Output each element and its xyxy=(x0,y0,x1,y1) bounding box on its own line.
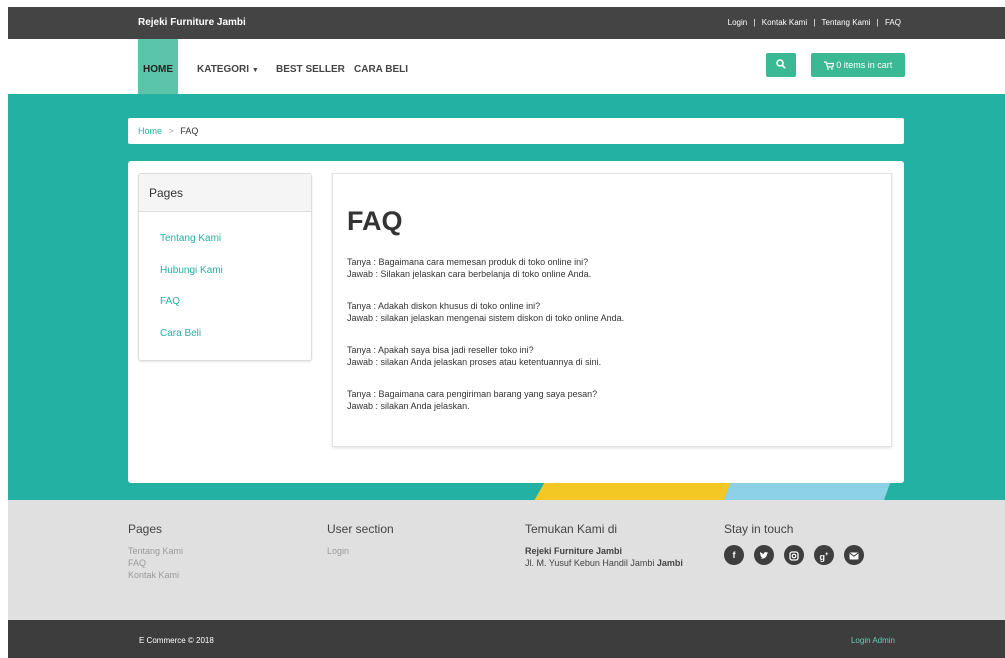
faq-item: Tanya : Adakah diskon khusus di toko onl… xyxy=(347,300,624,324)
top-links: Login | Kontak Kami | Tentang Kami | FAQ xyxy=(728,18,901,27)
nav-best-seller[interactable]: BEST SELLER xyxy=(276,64,345,75)
email-icon[interactable] xyxy=(844,545,864,565)
search-icon xyxy=(776,59,786,70)
top-bar: Rejeki Furniture Jambi Login | Kontak Ka… xyxy=(8,7,1005,39)
site-brand[interactable]: Rejeki Furniture Jambi xyxy=(138,17,246,28)
footer-link-kontak-kami[interactable]: Kontak Kami xyxy=(128,570,179,580)
footer-stay-title: Stay in touch xyxy=(724,522,794,536)
breadcrumb-current: FAQ xyxy=(180,126,199,136)
footer-address-city: Jambi xyxy=(656,558,683,568)
footer-pages-title: Pages xyxy=(128,522,163,536)
instagram-glyph xyxy=(789,550,799,561)
top-link-tentang-kami[interactable]: Tentang Kami xyxy=(822,18,871,27)
faq-item: Tanya : Apakah saya bisa jadi reseller t… xyxy=(347,344,601,368)
breadcrumb-separator: > xyxy=(168,126,174,136)
breadcrumb-home[interactable]: Home xyxy=(138,126,162,136)
footer-find-title: Temukan Kami di xyxy=(525,522,618,536)
sidebar-pages-panel: Pages Tentang Kami Hubungi Kami FAQ Cara… xyxy=(138,173,312,361)
faq-question: Tanya : Bagaimana cara pengiriman barang… xyxy=(347,389,598,399)
top-link-separator: | xyxy=(753,18,756,27)
cart-icon xyxy=(823,61,835,71)
sidebar-item-hubungi-kami[interactable]: Hubungi Kami xyxy=(160,265,223,276)
footer-address: Jl. M. Yusuf Kebun Handil Jambi Jambi xyxy=(525,558,683,568)
instagram-icon[interactable] xyxy=(784,545,804,565)
search-button[interactable] xyxy=(766,53,796,77)
sidebar-item-tentang-kami[interactable]: Tentang Kami xyxy=(160,233,221,244)
caret-down-icon: ▼ xyxy=(251,67,259,74)
faq-answer: Jawab : silakan Anda jelaskan. xyxy=(347,401,470,411)
twitter-icon[interactable] xyxy=(754,545,774,565)
faq-item: Tanya : Bagaimana cara memesan produk di… xyxy=(347,256,591,280)
footer-address-street: Jl. M. Yusuf Kebun Handil Jambi xyxy=(525,558,655,568)
faq-question: Tanya : Bagaimana cara memesan produk di… xyxy=(347,257,589,267)
footer-link-faq[interactable]: FAQ xyxy=(128,558,146,568)
sidebar-item-faq[interactable]: FAQ xyxy=(160,296,180,307)
copyright-text: E Commerce © 2018 xyxy=(139,636,214,645)
faq-question: Tanya : Apakah saya bisa jadi reseller t… xyxy=(347,345,534,355)
top-link-kontak-kami[interactable]: Kontak Kami xyxy=(762,18,807,27)
facebook-icon[interactable]: f xyxy=(724,545,744,565)
faq-question: Tanya : Adakah diskon khusus di toko onl… xyxy=(347,301,541,311)
top-link-login[interactable]: Login xyxy=(728,18,748,27)
nav-home[interactable]: HOME xyxy=(138,39,178,94)
faq-answer: Jawab : silakan jelaskan mengenai sistem… xyxy=(347,313,625,323)
page-title: FAQ xyxy=(347,206,403,236)
breadcrumb: Home > FAQ xyxy=(128,118,904,144)
sidebar-title: Pages xyxy=(139,174,311,212)
footer-store-name: Rejeki Furniture Jambi xyxy=(525,546,623,556)
bottom-bar: E Commerce © 2018 Login Admin xyxy=(8,620,1005,658)
top-link-separator: | xyxy=(813,18,816,27)
sidebar-item-cara-beli[interactable]: Cara Beli xyxy=(160,328,201,339)
cart-button[interactable]: 0 items in cart xyxy=(811,53,905,77)
faq-answer: Jawab : silakan Anda jelaskan proses ata… xyxy=(347,357,602,367)
footer-link-tentang-kami[interactable]: Tentang Kami xyxy=(128,546,183,556)
faq-answer: Jawab : Silakan jelaskan cara berbelanja… xyxy=(347,269,592,279)
faq-panel: FAQ Tanya : Bagaimana cara memesan produ… xyxy=(332,173,892,447)
login-admin-link[interactable]: Login Admin xyxy=(851,636,895,645)
top-link-faq[interactable]: FAQ xyxy=(885,18,901,27)
twitter-bird-glyph xyxy=(759,552,769,559)
nav-cara-beli[interactable]: CARA BELI xyxy=(354,64,408,75)
top-link-separator: | xyxy=(876,18,879,27)
google-plus-icon[interactable]: g+ xyxy=(814,545,834,565)
main-navbar: HOME KATEGORI ▼ BEST SELLER CARA BELI 0 … xyxy=(8,39,1005,94)
faq-item: Tanya : Bagaimana cara pengiriman barang… xyxy=(347,388,597,412)
nav-kategori[interactable]: KATEGORI ▼ xyxy=(197,64,259,75)
envelope-glyph xyxy=(849,552,859,560)
cart-label: 0 items in cart xyxy=(836,60,893,70)
nav-kategori-label: KATEGORI xyxy=(197,64,250,75)
footer-link-login[interactable]: Login xyxy=(327,546,349,556)
footer-user-title: User section xyxy=(327,522,394,536)
footer: Pages Tentang Kami FAQ Kontak Kami User … xyxy=(8,500,1005,620)
